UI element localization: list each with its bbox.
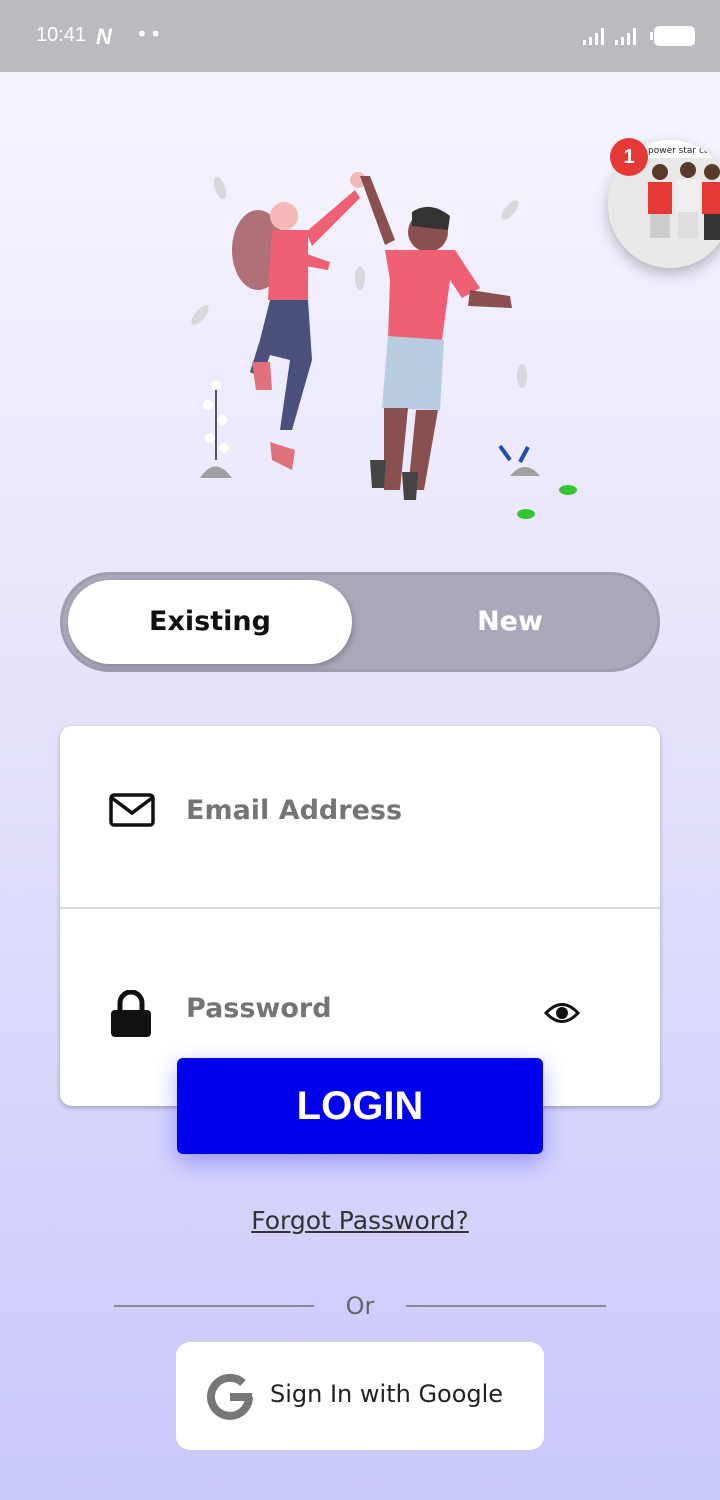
tab-new[interactable]: New — [360, 580, 660, 664]
login-button[interactable]: LOGIN — [177, 1058, 543, 1154]
notification-badge: 1 — [610, 138, 648, 176]
separator-right — [406, 1305, 606, 1307]
or-label: Or — [345, 1292, 375, 1320]
high-five-illustration — [191, 172, 577, 519]
separator-left — [114, 1305, 314, 1307]
form-divider — [60, 907, 660, 909]
more-notifications-icon: •• — [136, 22, 164, 46]
battery-icon — [650, 26, 695, 46]
status-time: 10:41 — [36, 24, 87, 46]
password-field[interactable] — [186, 986, 526, 1030]
forgot-password-label[interactable]: Forgot Password? — [251, 1206, 469, 1235]
signal-icon — [583, 28, 604, 45]
status-bar: 10:41 N •• — [0, 0, 720, 72]
lock-icon — [111, 990, 151, 1037]
email-field[interactable] — [186, 788, 606, 832]
google-signin-label: Sign In with Google — [270, 1380, 504, 1408]
notification-icon: N — [96, 24, 112, 49]
eye-icon[interactable] — [544, 1000, 580, 1026]
tab-existing[interactable]: Existing — [68, 580, 352, 664]
signal-icon-2 — [615, 28, 636, 45]
chat-head-caption: power star comedy — [648, 146, 720, 156]
google-g-icon — [207, 1373, 253, 1420]
login-form-card — [60, 726, 660, 1106]
forgot-password-link: Forgot Password? — [0, 1206, 720, 1235]
envelope-icon — [109, 793, 155, 827]
account-type-toggle: Existing New — [60, 572, 660, 672]
google-signin-button[interactable]: Sign In with Google — [176, 1342, 544, 1450]
